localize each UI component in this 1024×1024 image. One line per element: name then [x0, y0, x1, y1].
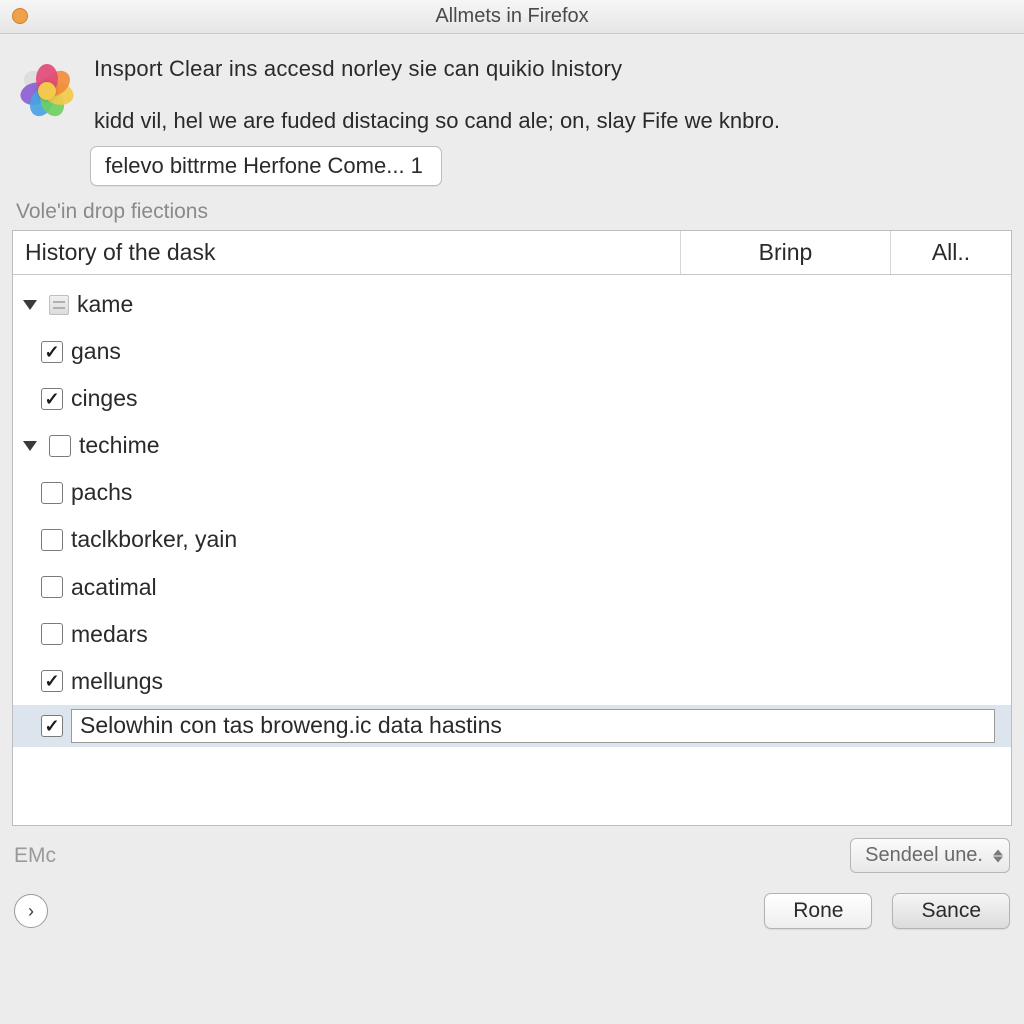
- row-label: gans: [71, 332, 121, 371]
- intro-heading: Insport Clear ins accesd norley sie can …: [94, 56, 1008, 82]
- intro-subtext: kidd vil, hel we are fuded distacing so …: [94, 108, 1008, 134]
- checkbox[interactable]: [49, 435, 71, 457]
- row-label: Selowhin con tas broweng.ic data hastins: [80, 706, 502, 745]
- row-edit-field[interactable]: Selowhin con tas broweng.ic data hastins: [71, 709, 995, 743]
- checkbox[interactable]: [41, 388, 63, 410]
- footer-combo[interactable]: Sendeel une.: [850, 838, 1010, 873]
- tree-row-medars[interactable]: medars: [13, 611, 1011, 658]
- row-label: medars: [71, 615, 148, 654]
- titlebar: Allmets in Firefox: [0, 0, 1024, 34]
- checkbox[interactable]: [41, 623, 63, 645]
- sance-button[interactable]: Sance: [892, 893, 1010, 929]
- tree-row-cinges[interactable]: cinges: [13, 375, 1011, 422]
- close-icon[interactable]: [12, 8, 28, 24]
- source-dropdown[interactable]: felevo bittrme Herfone Come... 1: [90, 146, 442, 186]
- row-label: taclkborker, yain: [71, 520, 237, 559]
- help-button[interactable]: ›: [14, 894, 48, 928]
- checkbox[interactable]: [41, 341, 63, 363]
- list-header: History of the dask Brinp All..: [13, 231, 1011, 275]
- row-label: pachs: [71, 473, 132, 512]
- chevron-right-icon: ›: [28, 901, 34, 922]
- column-history[interactable]: History of the dask: [13, 231, 681, 274]
- checkbox[interactable]: [41, 576, 63, 598]
- row-label: acatimal: [71, 568, 157, 607]
- tree-row-kame[interactable]: kame: [13, 281, 1011, 328]
- chevron-down-icon[interactable]: [23, 300, 37, 310]
- window-title: Allmets in Firefox: [0, 5, 1024, 28]
- source-dropdown-label: felevo bittrme Herfone Come... 1: [105, 153, 423, 178]
- checkbox[interactable]: [41, 670, 63, 692]
- stepper-icon: [993, 849, 1003, 862]
- column-all[interactable]: All..: [891, 231, 1011, 274]
- tree-row-gans[interactable]: gans: [13, 328, 1011, 375]
- row-label: cinges: [71, 379, 137, 418]
- app-icon: [16, 60, 78, 122]
- tree-row-selowhin[interactable]: Selowhin con tas broweng.ic data hastins: [13, 705, 1011, 747]
- row-label: mellungs: [71, 662, 163, 701]
- checkbox[interactable]: [41, 529, 63, 551]
- tree-row-acatimal[interactable]: acatimal: [13, 564, 1011, 611]
- tree-row-taclkborker[interactable]: taclkborker, yain: [13, 516, 1011, 563]
- row-label: techime: [79, 426, 160, 465]
- tree-row-pachs[interactable]: pachs: [13, 469, 1011, 516]
- section-label: Vole'in drop fiections: [16, 200, 1012, 224]
- list-body: kame gans cinges techime pach: [13, 275, 1011, 825]
- tree-row-mellungs[interactable]: mellungs: [13, 658, 1011, 705]
- chevron-down-icon[interactable]: [23, 441, 37, 451]
- column-brinp[interactable]: Brinp: [681, 231, 891, 274]
- tree-row-techime[interactable]: techime: [13, 422, 1011, 469]
- rone-button[interactable]: Rone: [764, 893, 872, 929]
- footer-hint: EMc: [14, 844, 56, 868]
- history-listview: History of the dask Brinp All.. kame gan…: [12, 230, 1012, 826]
- row-label: kame: [77, 285, 133, 324]
- checkbox[interactable]: [41, 715, 63, 737]
- checkbox[interactable]: [41, 482, 63, 504]
- list-icon: [49, 295, 69, 315]
- footer-combo-label: Sendeel une.: [865, 844, 983, 866]
